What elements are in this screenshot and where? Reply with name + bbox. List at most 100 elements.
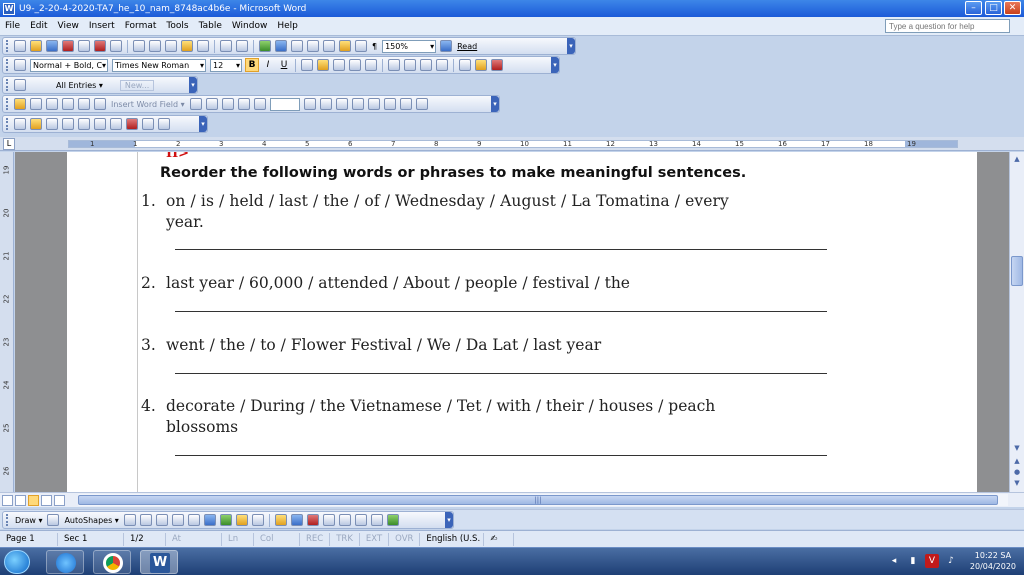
toolbar-options-chevron[interactable]: ▾ — [491, 96, 499, 112]
underline-button[interactable]: U — [277, 58, 291, 72]
recipients-icon[interactable] — [46, 98, 58, 110]
merge-fax-icon[interactable] — [415, 98, 428, 110]
arrow-style-icon[interactable] — [354, 514, 367, 526]
cut-icon[interactable] — [149, 40, 161, 52]
print-preview-icon[interactable] — [94, 40, 106, 52]
insert-table-icon[interactable] — [291, 40, 303, 52]
bold-button[interactable]: B — [245, 58, 259, 72]
font-color-icon[interactable] — [491, 59, 503, 71]
taskbar-chrome[interactable] — [93, 550, 131, 574]
help-icon[interactable] — [440, 40, 453, 52]
hyperlink-icon[interactable] — [259, 40, 271, 52]
insert-word-field-button[interactable]: Insert Word Field ▾ — [111, 100, 185, 109]
3d-style-icon[interactable] — [386, 514, 399, 526]
align-left-icon[interactable] — [301, 59, 313, 71]
bullets-icon[interactable] — [404, 59, 416, 71]
insert-picture-icon[interactable] — [251, 514, 264, 526]
last-record-icon[interactable] — [319, 98, 332, 110]
toolbar-options-chevron[interactable]: ▾ — [189, 77, 197, 93]
diagram-icon[interactable] — [219, 514, 232, 526]
zoom-dropdown[interactable]: 150% — [382, 39, 437, 53]
minimize-button[interactable]: – — [965, 1, 982, 15]
copy-icon[interactable] — [165, 40, 177, 52]
line-style-icon[interactable] — [322, 514, 335, 526]
taskbar-clock[interactable]: 10:22 SA 20/04/2020 — [970, 550, 1016, 572]
new-document-icon[interactable] — [14, 40, 26, 52]
highlight-icon[interactable] — [475, 59, 487, 71]
style-dropdown[interactable]: Normal + Bold, C — [30, 58, 108, 72]
toolbar-options-chevron[interactable]: ▾ — [551, 57, 559, 73]
line-icon[interactable] — [123, 514, 136, 526]
drawing-icon[interactable] — [339, 40, 351, 52]
status-rec[interactable]: REC — [300, 532, 331, 546]
decrease-indent-icon[interactable] — [420, 59, 432, 71]
permission-icon[interactable] — [62, 40, 74, 52]
first-record-icon[interactable] — [237, 98, 250, 110]
status-ovr[interactable]: OVR — [389, 532, 421, 546]
status-ext[interactable]: EXT — [360, 532, 390, 546]
fill-color-icon[interactable] — [274, 514, 287, 526]
merge-new-document-icon[interactable] — [367, 98, 380, 110]
web-layout-view-icon[interactable] — [15, 494, 26, 506]
annotate-icon[interactable] — [30, 118, 42, 130]
main-document-setup-icon[interactable] — [14, 98, 26, 110]
text-box-icon[interactable] — [187, 514, 200, 526]
increase-indent-icon[interactable] — [436, 59, 448, 71]
menu-window[interactable]: Window — [227, 21, 273, 31]
frame-icon[interactable] — [142, 118, 154, 130]
sort-ascending-icon[interactable] — [78, 118, 90, 130]
menu-view[interactable]: View — [53, 21, 84, 31]
menu-file[interactable]: File — [0, 21, 25, 31]
styles-pane-icon[interactable] — [14, 59, 26, 71]
oval-icon[interactable] — [171, 514, 184, 526]
unlink-icon[interactable] — [126, 118, 138, 130]
spelling-status-icon[interactable]: ✍ — [484, 532, 515, 546]
start-button-icon[interactable] — [4, 550, 30, 574]
line-color-icon[interactable] — [290, 514, 303, 526]
status-language[interactable]: English (U.S. — [420, 532, 485, 546]
horizontal-scroll-thumb[interactable]: ||| — [78, 495, 998, 505]
vertical-scrollbar[interactable]: ▲ ▼ ▲ ● ▼ — [1009, 152, 1024, 492]
reading-layout-view-icon[interactable] — [54, 494, 65, 506]
help-question-input[interactable] — [885, 19, 1010, 33]
italic-button[interactable]: I — [261, 58, 275, 72]
autoshapes-button[interactable]: AutoShapes ▾ — [64, 516, 118, 525]
match-fields-icon[interactable] — [221, 98, 234, 110]
promote-icon[interactable] — [62, 118, 74, 130]
status-trk[interactable]: TRK — [330, 532, 360, 546]
draw-font-color-icon[interactable] — [306, 514, 319, 526]
record-number-input[interactable] — [269, 97, 300, 111]
vietkey-icon[interactable]: V — [925, 554, 939, 568]
align-center-icon[interactable] — [317, 59, 329, 71]
show-hide-pilcrow-icon[interactable]: ¶ — [372, 42, 377, 51]
rectangle-icon[interactable] — [155, 514, 168, 526]
outside-border-icon[interactable] — [459, 59, 471, 71]
menu-format[interactable]: Format — [120, 21, 162, 31]
check-errors-icon[interactable] — [351, 98, 364, 110]
menu-tools[interactable]: Tools — [161, 21, 193, 31]
open-data-source-icon[interactable] — [30, 98, 42, 110]
spelling-icon[interactable] — [110, 40, 122, 52]
document-area[interactable]: II> Reorder the following words or phras… — [15, 152, 1009, 492]
horizontal-ruler[interactable]: L 1 1 2 3 4 5 6 7 8 9 10 11 12 13 14 15 16 17 18 19 — [0, 137, 1024, 151]
menu-insert[interactable]: Insert — [84, 21, 120, 31]
redo-icon[interactable] — [236, 40, 248, 52]
tables-borders-icon[interactable] — [275, 40, 287, 52]
volume-icon[interactable]: ♪ — [944, 554, 958, 568]
taskbar-ie[interactable] — [46, 550, 84, 574]
close-button[interactable]: ✕ — [1004, 1, 1021, 15]
save-icon[interactable] — [46, 40, 58, 52]
previous-record-icon[interactable] — [253, 98, 266, 110]
select-objects-icon[interactable] — [47, 514, 60, 526]
scroll-up-arrow-icon[interactable]: ▲ — [1011, 153, 1023, 165]
find-entry-icon[interactable] — [335, 98, 348, 110]
document-page[interactable]: II> Reorder the following words or phras… — [67, 152, 977, 492]
link-icon[interactable] — [110, 118, 122, 130]
vertical-scroll-thumb[interactable] — [1011, 256, 1023, 286]
shadow-style-icon[interactable] — [370, 514, 383, 526]
layout-icon[interactable] — [158, 118, 170, 130]
new-autotext-button[interactable]: New... — [119, 79, 155, 91]
columns-icon[interactable] — [323, 40, 335, 52]
menu-help[interactable]: Help — [272, 21, 303, 31]
vertical-ruler[interactable]: 19 20 21 22 23 24 25 26 — [0, 152, 14, 492]
